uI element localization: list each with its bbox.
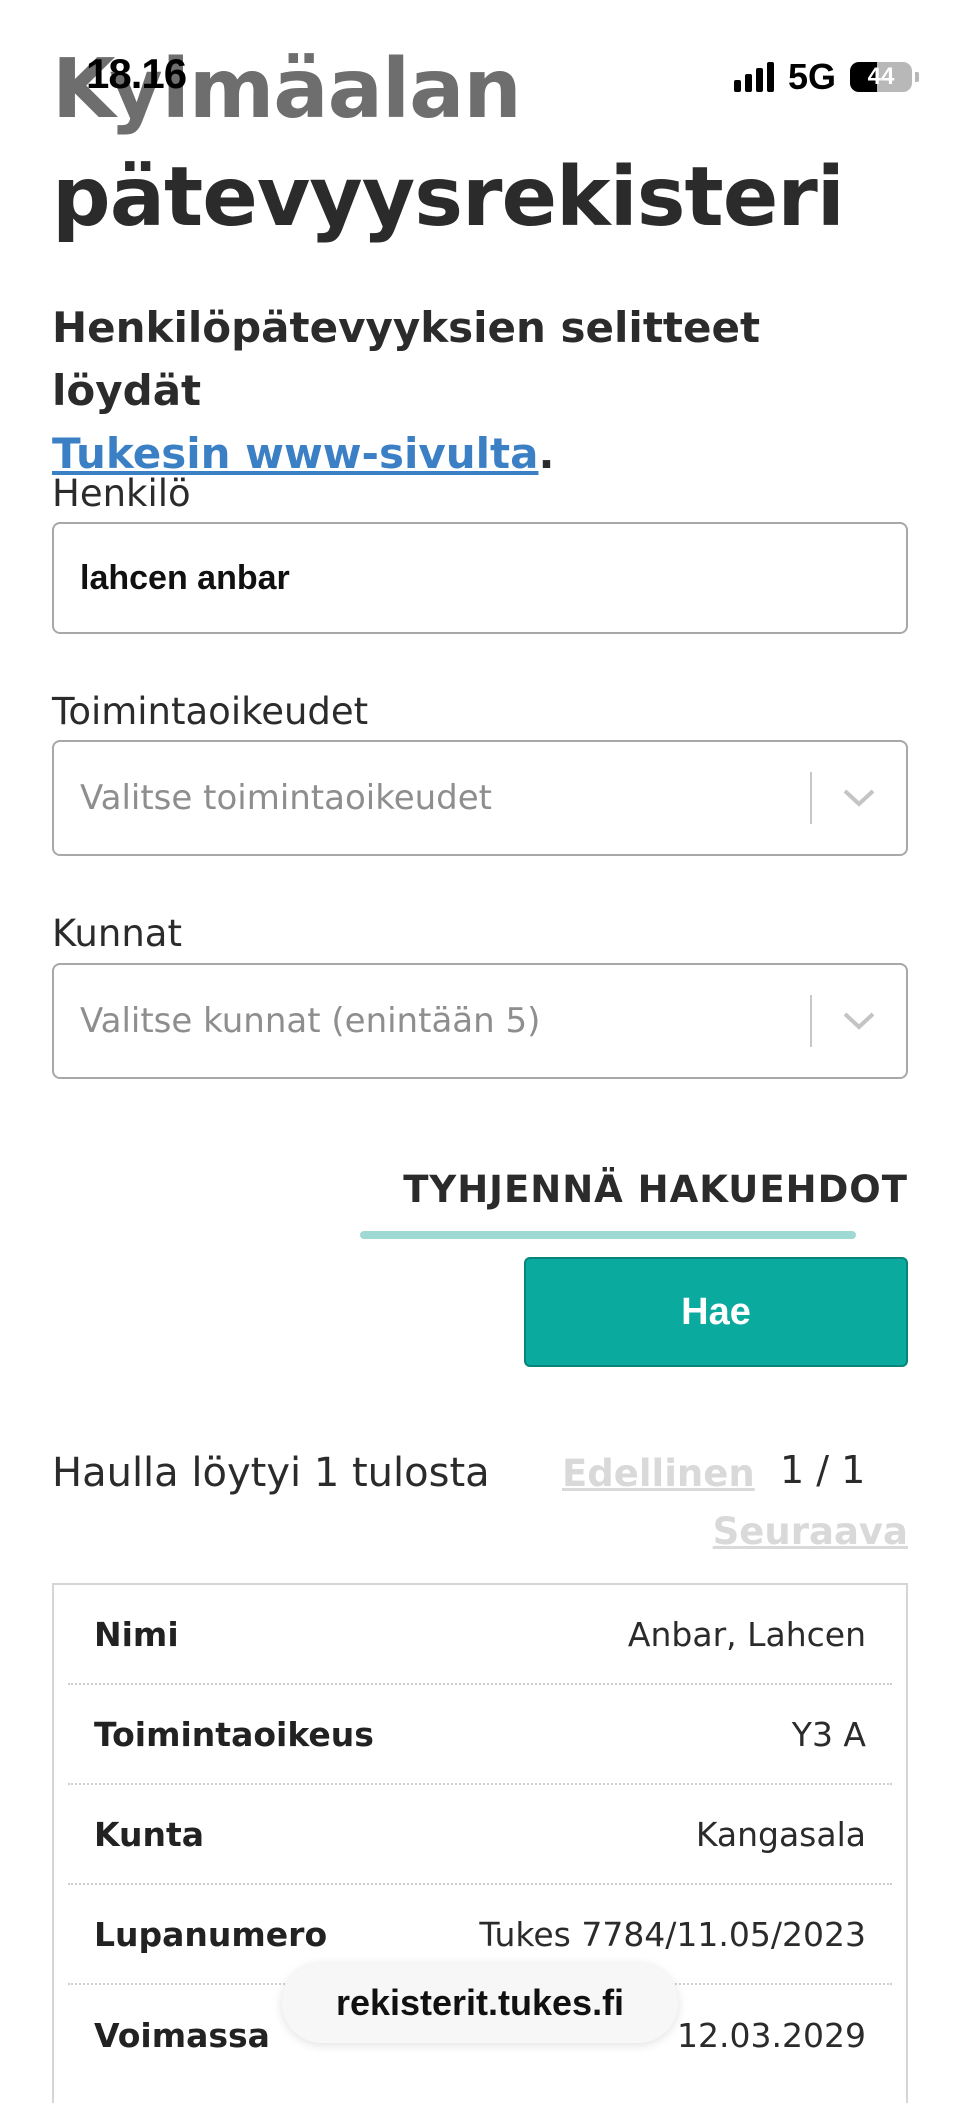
subtitle-text: Henkilöpätevyyksien selitteet löydät	[52, 303, 761, 415]
result-key: Kunta	[94, 1814, 205, 1854]
rights-placeholder: Valitse toimintaoikeudet	[80, 778, 493, 818]
previous-page-link[interactable]: Edellinen	[562, 1452, 755, 1495]
address-bar[interactable]: rekisterit.tukes.fi	[282, 1963, 678, 2043]
subtitle-period: .	[538, 429, 555, 478]
page-title-line2: pätevyysrekisteri	[52, 150, 845, 245]
search-button[interactable]: Hae	[524, 1257, 908, 1367]
result-value: Y3 A	[791, 1714, 866, 1754]
next-page-link[interactable]: Seuraava	[713, 1510, 908, 1553]
clear-filters-underline	[360, 1231, 856, 1239]
result-key: Voimassa	[94, 2015, 270, 2055]
page-subtitle: Henkilöpätevyyksien selitteet löydät Tuk…	[52, 296, 908, 485]
result-value: Tukes 7784/11.05/2023	[479, 1914, 866, 1954]
signal-icon	[733, 62, 774, 92]
person-input-value: lahcen anbar	[80, 558, 290, 597]
municipalities-select[interactable]: Valitse kunnat (enintään 5)	[52, 963, 908, 1079]
status-icons: 5G 44	[733, 56, 919, 98]
network-type: 5G	[787, 56, 836, 97]
tukes-link[interactable]: Tukesin www-sivulta	[52, 429, 538, 478]
results-count: Haulla löytyi 1 tulosta	[52, 1450, 490, 1496]
person-input[interactable]: lahcen anbar	[52, 522, 908, 634]
rights-select[interactable]: Valitse toimintaoikeudet	[52, 740, 908, 856]
page-indicator: 1 / 1	[780, 1448, 866, 1492]
municipalities-placeholder: Valitse kunnat (enintään 5)	[80, 1001, 541, 1041]
rights-label: Toimintaoikeudet	[52, 690, 369, 733]
chevron-down-icon[interactable]	[812, 787, 906, 809]
result-key: Toimintaoikeus	[94, 1714, 374, 1754]
clear-filters-button[interactable]: TYHJENNÄ HAKUEHDOT	[403, 1168, 908, 1211]
result-row-right: Toimintaoikeus Y3 A	[68, 1685, 892, 1785]
municipalities-label: Kunnat	[52, 912, 182, 955]
result-value: Kangasala	[695, 1814, 866, 1854]
battery-level: 44	[867, 63, 895, 90]
result-row-name: Nimi Anbar, Lahcen	[68, 1585, 892, 1685]
chevron-down-icon[interactable]	[812, 1010, 906, 1032]
result-row-municipality: Kunta Kangasala	[68, 1785, 892, 1885]
result-value: Anbar, Lahcen	[627, 1614, 866, 1654]
result-key: Nimi	[94, 1614, 179, 1654]
result-value: 12.03.2029	[677, 2015, 866, 2055]
battery-icon: 44	[850, 62, 919, 92]
status-time: 18.16	[86, 50, 187, 97]
result-key: Lupanumero	[94, 1914, 328, 1954]
person-label: Henkilö	[52, 472, 191, 515]
